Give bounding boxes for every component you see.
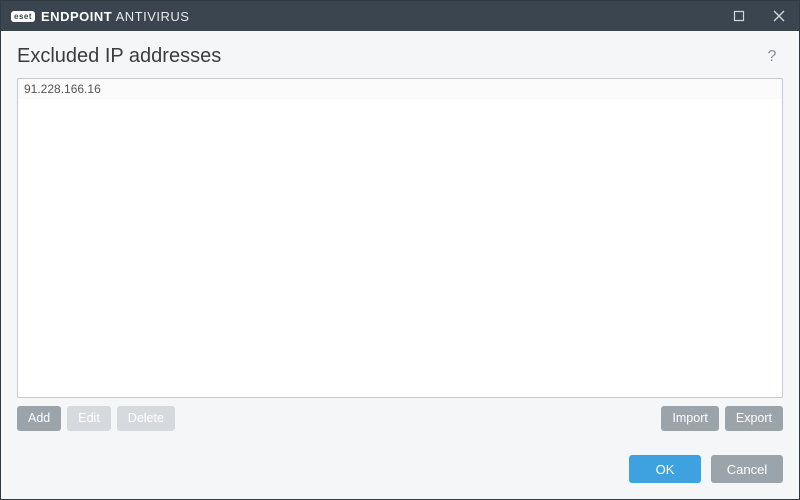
close-button[interactable] [759,1,799,31]
ip-listbox[interactable]: 91.228.166.16 [17,78,783,398]
maximize-button[interactable] [719,1,759,31]
help-button[interactable]: ? [761,48,783,66]
brand-strong: ENDPOINT [41,9,112,24]
edit-button[interactable]: Edit [67,406,111,431]
list-actions: Add Edit Delete Import Export [17,406,783,431]
add-button[interactable]: Add [17,406,61,431]
app-title: ENDPOINT ANTIVIRUS [41,9,189,24]
content-area: Excluded IP addresses ? 91.228.166.16 Ad… [1,31,799,443]
titlebar: eset ENDPOINT ANTIVIRUS [1,1,799,31]
delete-button[interactable]: Delete [117,406,175,431]
header-row: Excluded IP addresses ? [17,45,783,68]
footer: OK Cancel [1,443,799,499]
maximize-icon [733,10,745,22]
close-icon [773,10,785,22]
brand-badge: eset [11,11,35,22]
export-button[interactable]: Export [725,406,783,431]
page-title: Excluded IP addresses [17,45,761,68]
app-window: eset ENDPOINT ANTIVIRUS Excluded IP addr… [0,0,800,500]
ok-button[interactable]: OK [629,455,701,483]
import-button[interactable]: Import [661,406,718,431]
cancel-button[interactable]: Cancel [711,455,783,483]
list-item[interactable]: 91.228.166.16 [18,79,782,99]
brand-light: ANTIVIRUS [116,9,190,24]
